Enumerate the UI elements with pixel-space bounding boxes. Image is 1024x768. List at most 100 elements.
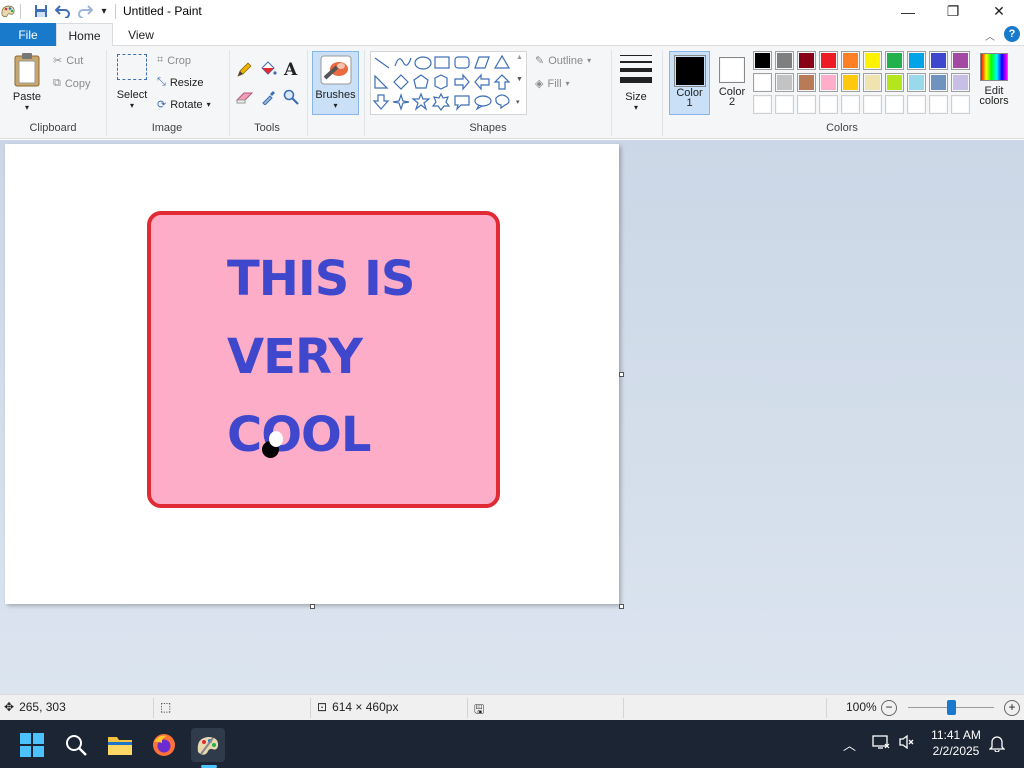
canvas-size-text: 614 × 460px <box>332 700 399 714</box>
palette-swatch[interactable] <box>753 51 772 70</box>
drawing-canvas[interactable]: THIS IS VERY COOL <box>5 144 619 604</box>
paste-dropdown-icon[interactable]: ▾ <box>8 103 46 112</box>
divider <box>467 698 468 718</box>
palette-swatch[interactable] <box>929 51 948 70</box>
palette-swatch[interactable] <box>841 95 860 114</box>
palette-swatch[interactable] <box>797 73 816 92</box>
palette-swatch[interactable] <box>951 95 970 114</box>
outline-button[interactable]: ✎ Outline ▾ <box>535 54 591 68</box>
start-button[interactable] <box>15 728 49 762</box>
show-hidden-icons-button[interactable]: ︿ <box>843 735 856 754</box>
minimize-button[interactable]: — <box>885 0 931 23</box>
paste-button[interactable]: Paste ▾ <box>8 52 46 112</box>
zoom-out-button[interactable]: − <box>881 700 897 716</box>
shapes-expand-icon[interactable]: ▾ <box>516 98 520 106</box>
fill-label: Fill <box>547 77 562 90</box>
palette-swatch[interactable] <box>797 95 816 114</box>
palette-swatch[interactable] <box>753 73 772 92</box>
color1-button[interactable]: Color 1 <box>669 51 710 115</box>
file-explorer-button[interactable] <box>103 728 137 762</box>
palette-swatch[interactable] <box>951 51 970 70</box>
shapes-scroll-down-icon[interactable]: ▼ <box>516 76 523 83</box>
copy-button[interactable]: ⧉ Copy <box>53 77 91 90</box>
palette-swatch[interactable] <box>885 95 904 114</box>
canvas-resize-handle-bottom[interactable] <box>310 604 315 609</box>
pencil-tool[interactable] <box>236 62 252 81</box>
resize-button[interactable]: ⤡ Resize <box>157 76 203 89</box>
palette-swatch[interactable] <box>885 51 904 70</box>
rotate-dropdown-icon[interactable]: ▾ <box>207 100 211 109</box>
network-icon[interactable] <box>872 734 890 753</box>
paint-taskbar-button[interactable] <box>191 728 225 768</box>
tab-file[interactable]: File <box>0 23 56 46</box>
redo-icon[interactable] <box>77 3 93 19</box>
palette-swatch[interactable] <box>753 95 772 114</box>
search-button[interactable] <box>59 728 93 762</box>
zoom-slider-thumb[interactable] <box>947 700 956 715</box>
tab-home[interactable]: Home <box>56 23 113 47</box>
crop-icon: ⌗ <box>157 54 164 66</box>
shapes-scroll-up-icon[interactable]: ▲ <box>516 54 523 61</box>
palette-swatch[interactable] <box>841 73 860 92</box>
palette-swatch[interactable] <box>797 51 816 70</box>
paint-icon <box>197 737 219 755</box>
undo-icon[interactable] <box>55 3 71 19</box>
palette-swatch[interactable] <box>863 51 882 70</box>
palette-swatch[interactable] <box>819 73 838 92</box>
color-picker-tool[interactable] <box>261 89 277 108</box>
palette-swatch[interactable] <box>819 95 838 114</box>
zoom-in-button[interactable]: + <box>1004 700 1020 716</box>
palette-swatch[interactable] <box>863 73 882 92</box>
palette-swatch[interactable] <box>907 51 926 70</box>
clock[interactable]: 11:41 AM 2/2/2025 <box>926 728 986 758</box>
customize-quick-access-icon[interactable]: ▾ <box>96 3 112 19</box>
brushes-button[interactable]: Brushes ▾ <box>312 51 359 115</box>
file-size: 🖫 <box>474 700 484 721</box>
fill-tool[interactable] <box>259 61 277 80</box>
palette-swatch[interactable] <box>885 73 904 92</box>
crop-button[interactable]: ⌗ Crop <box>157 54 191 67</box>
help-icon[interactable]: ? <box>1004 26 1020 42</box>
tab-view[interactable]: View <box>113 23 169 46</box>
select-button[interactable]: Select ▾ <box>114 54 150 110</box>
palette-swatch[interactable] <box>907 73 926 92</box>
palette-swatch[interactable] <box>951 73 970 92</box>
palette-swatch[interactable] <box>775 51 794 70</box>
canvas-resize-handle-right[interactable] <box>619 372 624 377</box>
firefox-button[interactable] <box>147 728 181 762</box>
color2-button[interactable]: Color 2 <box>713 51 751 115</box>
select-dropdown-icon[interactable]: ▾ <box>114 101 150 110</box>
save-icon[interactable] <box>33 3 49 19</box>
palette-swatch[interactable] <box>775 95 794 114</box>
edit-colors-button[interactable]: Edit colors <box>977 51 1011 107</box>
size-button[interactable]: Size ▾ <box>617 52 655 112</box>
palette-swatch[interactable] <box>929 73 948 92</box>
shapes-gallery-icons[interactable] <box>371 52 513 114</box>
canvas-workspace[interactable]: THIS IS VERY COOL <box>0 140 1024 694</box>
magnifier-tool[interactable] <box>283 89 299 108</box>
rotate-button[interactable]: ⟳ Rotate ▾ <box>157 98 211 112</box>
zoom-slider-track[interactable] <box>908 700 994 715</box>
text-tool[interactable]: A <box>284 60 297 80</box>
eraser-tool[interactable] <box>235 90 254 107</box>
select-rectangle-icon <box>117 54 147 80</box>
palette-swatch[interactable] <box>841 51 860 70</box>
palette-swatch[interactable] <box>863 95 882 114</box>
fill-button[interactable]: ◈ Fill ▾ <box>535 77 570 91</box>
maximize-button[interactable]: ❐ <box>930 0 976 23</box>
collapse-ribbon-icon[interactable]: ︿ <box>985 28 995 43</box>
brushes-dropdown-icon[interactable]: ▾ <box>313 101 358 110</box>
clock-time: 11:41 AM <box>931 728 981 742</box>
paint-app-icon[interactable] <box>0 3 16 19</box>
palette-swatch[interactable] <box>907 95 926 114</box>
size-dropdown-icon[interactable]: ▾ <box>617 103 655 112</box>
palette-swatch[interactable] <box>775 73 794 92</box>
palette-swatch[interactable] <box>819 51 838 70</box>
close-button[interactable]: ✕ <box>976 0 1022 23</box>
notification-bell-icon[interactable] <box>988 734 1006 755</box>
ribbon: Paste ▾ ✂ Cut ⧉ Copy Clipboard Select ▾ ⌗ C… <box>0 46 1024 139</box>
palette-swatch[interactable] <box>929 95 948 114</box>
volume-muted-icon[interactable] <box>898 734 916 753</box>
cut-button[interactable]: ✂ Cut <box>53 54 83 68</box>
canvas-resize-handle-corner[interactable] <box>619 604 624 609</box>
